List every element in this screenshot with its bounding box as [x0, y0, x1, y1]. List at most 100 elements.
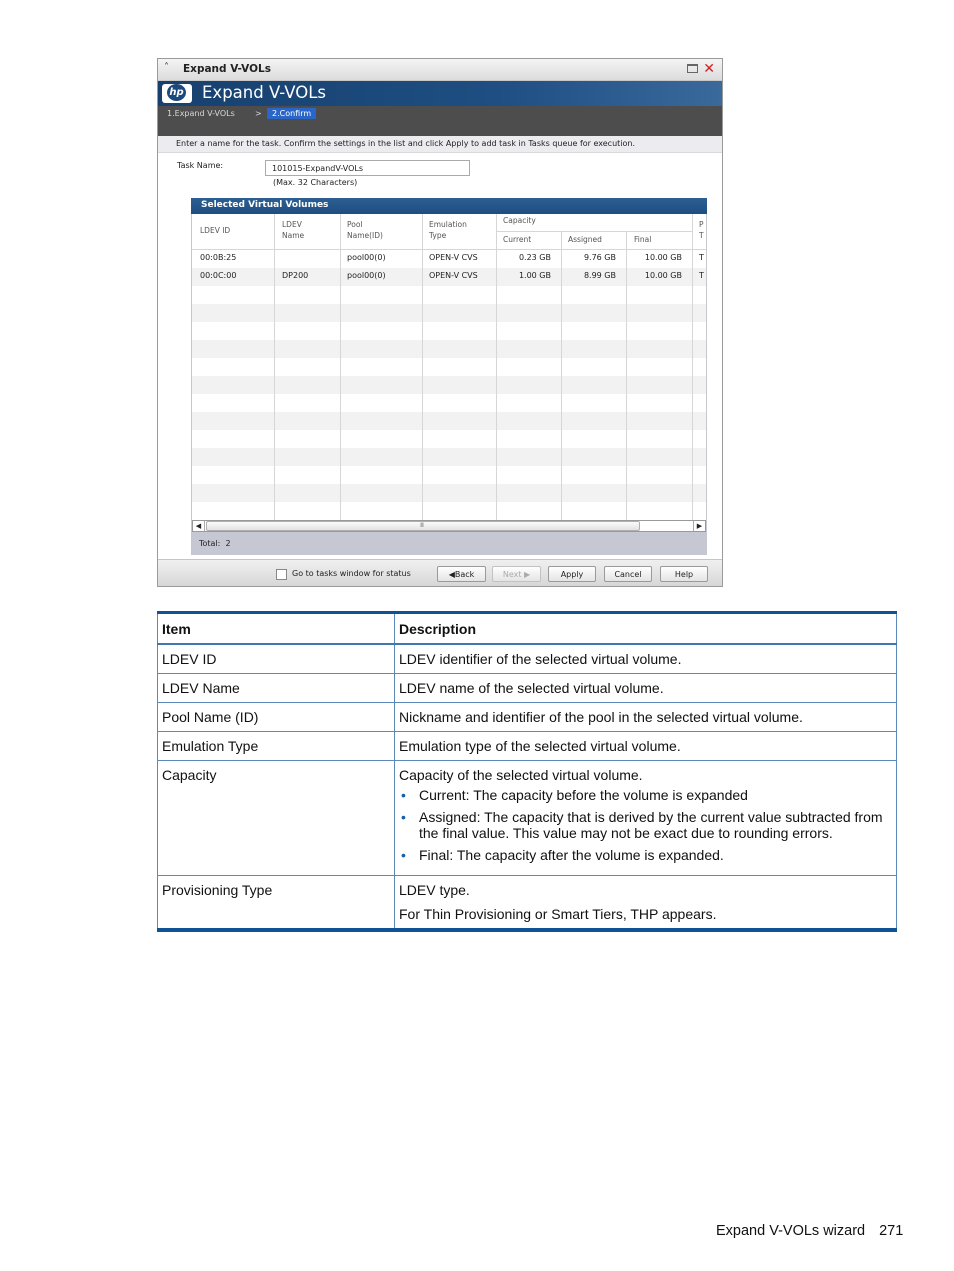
scroll-right-arrow-icon[interactable]: ▶ — [693, 521, 705, 531]
item-cell: Emulation Type — [157, 731, 395, 761]
panel-title: Selected Virtual Volumes — [201, 200, 329, 210]
col-header-emulation[interactable]: Emulation Type — [429, 219, 467, 241]
cell-ldev-name: DP200 — [282, 271, 309, 280]
column-divider — [274, 214, 275, 520]
page-number: 271 — [879, 1223, 904, 1239]
col-header-pool-line1: Pool — [347, 220, 363, 229]
col-header-ldev-name[interactable]: LDEV Name — [282, 219, 304, 241]
table-row: LDEV ID LDEV identifier of the selected … — [157, 643, 897, 674]
cell-provisioning: T — [699, 253, 704, 262]
instruction-bar: Enter a name for the task. Confirm the s… — [158, 136, 722, 153]
bullet-item: Current: The capacity before the volume … — [401, 787, 892, 803]
volumes-table: LDEV ID LDEV Name Pool Name(ID) Emulatio… — [192, 214, 706, 520]
total-label: Total: — [199, 539, 221, 548]
selected-volumes-panel: Selected Virtual Volumes LDEV ID LDEV Na… — [191, 198, 707, 555]
cell-pool: pool00(0) — [347, 271, 386, 280]
table-row: Capacity Capacity of the selected virtua… — [157, 760, 897, 876]
go-to-tasks-label[interactable]: Go to tasks window for status — [292, 569, 411, 578]
header-description: Description — [394, 611, 897, 645]
item-cell: Capacity — [157, 760, 395, 876]
col-header-current[interactable]: Current — [503, 234, 531, 245]
cancel-button[interactable]: Cancel — [604, 566, 652, 582]
wizard-footer: Go to tasks window for status ◀Back Next… — [158, 559, 722, 586]
col-header-ldev-name-line2: Name — [282, 231, 305, 240]
scroll-left-arrow-icon[interactable]: ◀ — [193, 521, 205, 531]
cell-assigned: 8.99 GB — [583, 271, 616, 280]
col-header-final[interactable]: Final — [634, 234, 651, 245]
table-row-stripe — [192, 304, 706, 322]
wizard-title: Expand V-VOLs — [202, 83, 327, 102]
scroll-grip-icon: IIII — [420, 522, 424, 529]
horizontal-scrollbar[interactable]: ◀ IIII ▶ — [192, 520, 706, 532]
cell-pool: pool00(0) — [347, 253, 386, 262]
cell-emulation: OPEN-V CVS — [429, 271, 478, 280]
next-arrow-icon: ▶ — [524, 570, 531, 579]
step-expand-vvols[interactable]: 1.Expand V-VOLs — [167, 109, 235, 118]
go-to-tasks-checkbox[interactable] — [276, 569, 287, 580]
table-header-row: Item Description — [157, 611, 897, 645]
next-button[interactable]: Next ▶ — [492, 566, 541, 582]
cell-ldev-id: 00:0C:00 — [200, 271, 237, 280]
table-row: Pool Name (ID) Nickname and identifier o… — [157, 702, 897, 732]
close-icon[interactable]: ✕ — [703, 60, 715, 78]
footer-section-title: Expand V-VOLs wizard — [716, 1223, 866, 1239]
total-count: Total: 2 — [199, 539, 231, 548]
header-item: Item — [157, 611, 395, 645]
task-name-label: Task Name: — [177, 161, 224, 170]
table-row: Emulation Type Emulation type of the sel… — [157, 731, 897, 761]
bullet-item: Assigned: The capacity that is derived b… — [401, 809, 892, 841]
description-cell: LDEV name of the selected virtual volume… — [394, 673, 897, 703]
cell-current: 0.23 GB — [518, 253, 551, 262]
step-separator: > — [255, 109, 262, 118]
col-header-capacity: Capacity — [503, 216, 536, 225]
maximize-icon[interactable] — [687, 64, 698, 73]
column-divider — [692, 214, 693, 520]
item-cell: Provisioning Type — [157, 875, 395, 932]
description-cell: Nickname and identifier of the pool in t… — [394, 702, 897, 732]
bullet-item: Final: The capacity after the volume is … — [401, 847, 892, 863]
table-row-stripe — [192, 376, 706, 394]
col-header-ldev-name-line1: LDEV — [282, 220, 302, 229]
back-button-label: Back — [454, 570, 475, 579]
hp-logo: hp — [162, 84, 192, 103]
col-header-emulation-line2: Type — [429, 231, 447, 240]
help-button[interactable]: Help — [660, 566, 708, 582]
bullet-list: Current: The capacity before the volume … — [399, 787, 892, 863]
description-text: For Thin Provisioning or Smart Tiers, TH… — [399, 906, 717, 922]
column-divider — [422, 214, 423, 520]
cell-provisioning: T — [699, 271, 704, 280]
cell-assigned: 9.76 GB — [583, 253, 616, 262]
apply-button[interactable]: Apply — [548, 566, 596, 582]
capacity-subheader-divider — [496, 231, 692, 232]
hp-logo-text: hp — [167, 84, 186, 101]
page-footer: Expand V-VOLs wizard 271 — [716, 1223, 903, 1239]
col-header-pool[interactable]: Pool Name(ID) — [347, 219, 383, 241]
back-button[interactable]: ◀Back — [437, 566, 486, 582]
item-cell: Pool Name (ID) — [157, 702, 395, 732]
expand-vvols-window: ˄ Expand V-VOLs ✕ hp Expand V-VOLs 1.Exp… — [157, 58, 723, 587]
task-name-input[interactable] — [265, 160, 470, 176]
col-header-ldev-id[interactable]: LDEV ID — [200, 225, 230, 236]
cell-current: 1.00 GB — [518, 271, 551, 280]
cell-final: 10.00 GB — [644, 271, 682, 280]
cell-ldev-id: 00:0B:25 — [200, 253, 237, 262]
col-header-assigned[interactable]: Assigned — [568, 234, 602, 245]
window-titlebar: ˄ Expand V-VOLs ✕ — [158, 59, 722, 81]
col-header-pool-line2: Name(ID) — [347, 231, 383, 240]
wizard-banner: hp Expand V-VOLs — [158, 81, 722, 106]
item-cell: LDEV ID — [157, 643, 395, 674]
col-header-provisioning-line2: T — [699, 231, 704, 240]
cell-final: 10.00 GB — [644, 253, 682, 262]
window-title: Expand V-VOLs — [183, 63, 271, 75]
panel-header: Selected Virtual Volumes — [191, 198, 707, 214]
field-description-table: Item Description LDEV ID LDEV identifier… — [157, 611, 897, 932]
total-value: 2 — [225, 539, 231, 548]
double-chevron-up-icon[interactable]: ˄ — [164, 62, 169, 73]
instruction-text: Enter a name for the task. Confirm the s… — [176, 139, 636, 148]
description-cell: LDEV type. For Thin Provisioning or Smar… — [394, 875, 897, 932]
description-text: Capacity of the selected virtual volume. — [399, 767, 643, 783]
col-header-provisioning[interactable]: P T — [699, 219, 704, 241]
description-cell: Emulation type of the selected virtual v… — [394, 731, 897, 761]
table-row-stripe — [192, 484, 706, 502]
step-confirm[interactable]: 2.Confirm — [267, 108, 317, 119]
